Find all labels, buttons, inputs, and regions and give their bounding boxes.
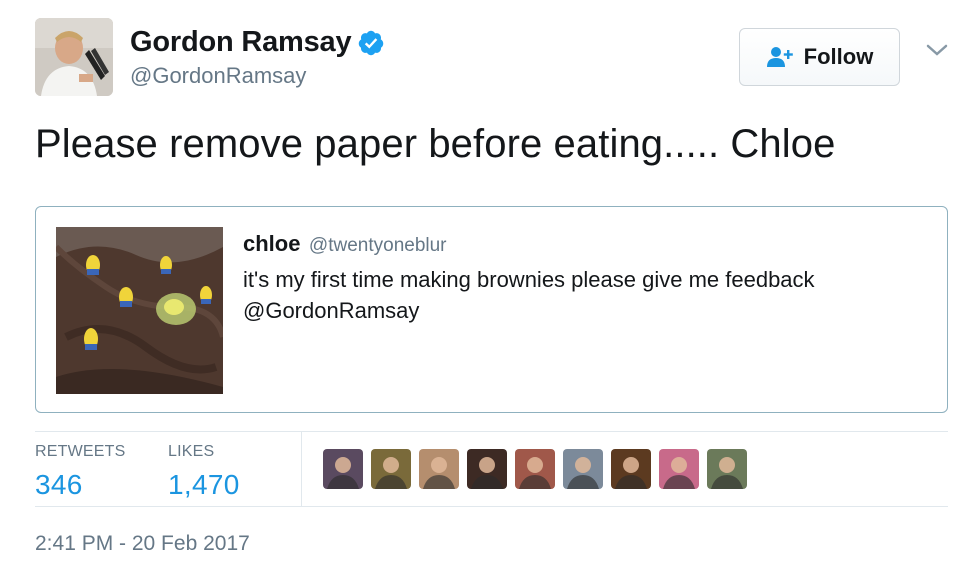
verified-badge-icon [359,30,384,55]
retweets-label: RETWEETS [35,443,126,460]
follow-button-label: Follow [803,44,874,69]
divider [35,431,948,432]
retweets-count: 346 [35,469,83,500]
divider [35,506,948,507]
quoted-tweet-card[interactable]: chloe @twentyoneblur it's my first time … [35,206,948,413]
divider [301,432,302,506]
author-avatar[interactable] [35,18,113,96]
likes-label: LIKES [168,443,215,460]
liker-avatar[interactable] [611,449,651,489]
liker-avatar[interactable] [707,449,747,489]
likes-stat[interactable]: LIKES 1,470 [168,443,240,501]
retweets-stat[interactable]: RETWEETS 346 [35,443,126,501]
quoted-author-handle[interactable]: @twentyoneblur [309,235,447,256]
add-user-icon [766,47,793,67]
liker-avatars [323,449,747,489]
quoted-tweet-image[interactable] [56,227,223,394]
liker-avatar[interactable] [515,449,555,489]
follow-button[interactable]: Follow [739,28,900,86]
quoted-author-name[interactable]: chloe [243,231,300,256]
liker-avatar[interactable] [419,449,459,489]
liker-avatar[interactable] [659,449,699,489]
author-name-row: Gordon Ramsay [130,26,385,59]
author-display-name[interactable]: Gordon Ramsay [130,26,352,59]
liker-avatar[interactable] [467,449,507,489]
likes-count: 1,470 [168,469,240,500]
liker-avatar[interactable] [323,449,363,489]
tweet-text: Please remove paper before eating..... C… [35,122,836,166]
quoted-tweet-text: it's my first time making brownies pleas… [243,267,815,323]
author-handle[interactable]: @GordonRamsay [130,63,306,89]
tweet-timestamp[interactable]: 2:41 PM - 20 Feb 2017 [35,532,250,556]
brownies-photo [56,227,223,394]
author-avatar-image [35,18,113,96]
liker-avatar[interactable] [563,449,603,489]
chevron-down-icon[interactable] [925,42,949,58]
quoted-tweet-header: chloe @twentyoneblur [243,231,447,257]
liker-avatar[interactable] [371,449,411,489]
